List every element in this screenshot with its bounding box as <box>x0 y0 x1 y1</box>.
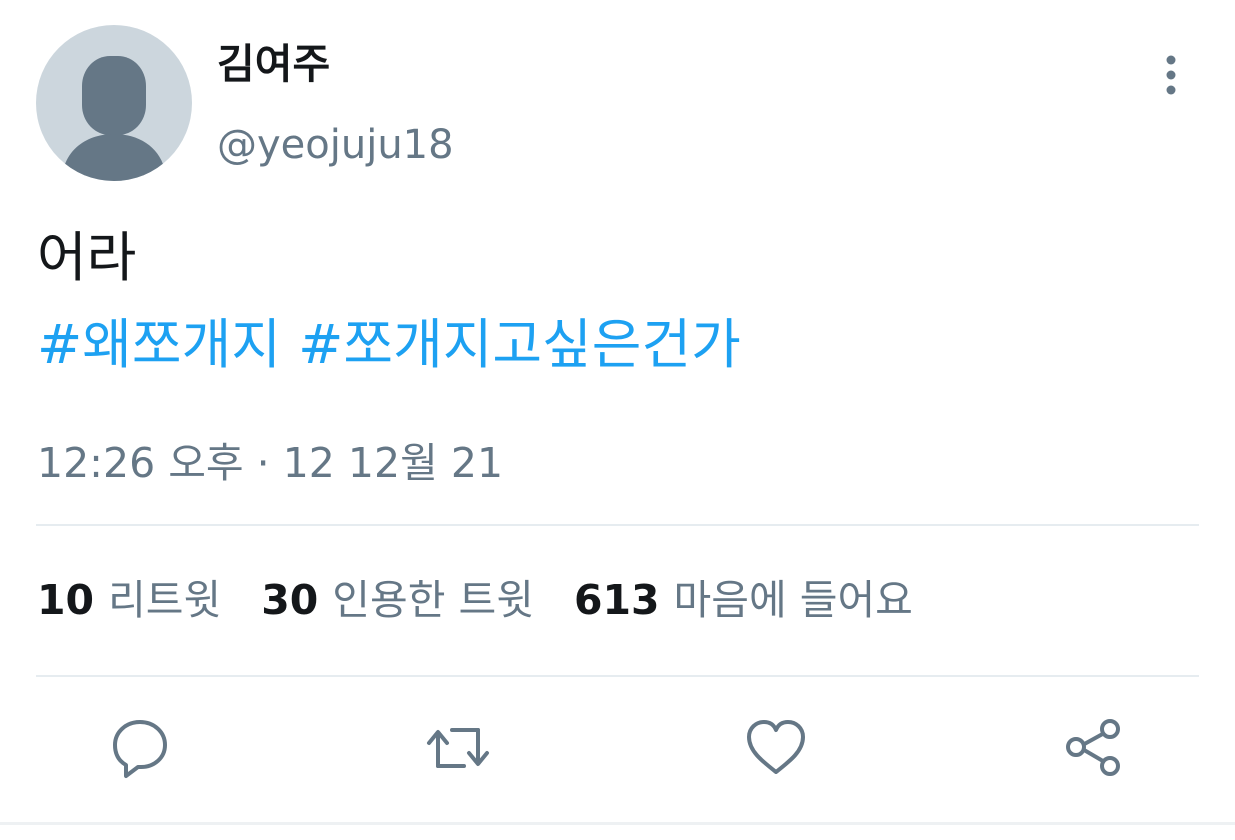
tweet-detail: 김여주 @yeojuju18 어라 #왜쪼개지 #쪼개지고싶은건가 12:26 … <box>0 0 1235 840</box>
bottom-divider <box>0 822 1235 825</box>
default-profile-icon <box>62 56 166 181</box>
retweets-label: 리트윗 <box>108 576 222 624</box>
more-vertical-icon <box>1166 55 1176 95</box>
retweets-count: 10 <box>37 576 95 624</box>
heart-icon <box>747 720 805 774</box>
tweet-hashtags: #왜쪼개지 #쪼개지고싶은건가 <box>37 313 741 378</box>
likes-stat[interactable]: 613 마음에 들어요 <box>573 576 913 624</box>
user-display-name[interactable]: 김여주 <box>217 44 330 85</box>
quotes-stat[interactable]: 30 인용한 트윗 <box>261 576 534 624</box>
divider <box>36 675 1199 677</box>
hashtag-link[interactable]: #왜쪼개지 <box>37 313 281 376</box>
retweet-icon <box>427 728 489 768</box>
reply-button[interactable] <box>108 716 172 780</box>
share-button[interactable] <box>1062 716 1126 780</box>
tweet-stats: 10 리트윗 30 인용한 트윗 613 마음에 들어요 <box>37 576 913 624</box>
avatar[interactable] <box>36 25 192 181</box>
divider <box>36 524 1199 526</box>
user-handle[interactable]: @yeojuju18 <box>217 125 454 165</box>
tweet-text: 어라 <box>37 226 137 289</box>
likes-count: 613 <box>573 576 660 624</box>
retweets-stat[interactable]: 10 리트윗 <box>37 576 222 624</box>
like-button[interactable] <box>744 716 808 780</box>
quotes-count: 30 <box>261 576 319 624</box>
quotes-label: 인용한 트윗 <box>332 576 534 624</box>
hashtag-link[interactable]: #쪼개지고싶은건가 <box>298 313 741 376</box>
tweet-timestamp[interactable]: 12:26 오후 · 12 12월 21 <box>37 440 503 486</box>
share-icon <box>1066 719 1120 776</box>
likes-label: 마음에 들어요 <box>673 576 913 624</box>
more-options-button[interactable] <box>1150 50 1192 100</box>
reply-icon <box>113 720 167 778</box>
retweet-button[interactable] <box>426 716 490 780</box>
